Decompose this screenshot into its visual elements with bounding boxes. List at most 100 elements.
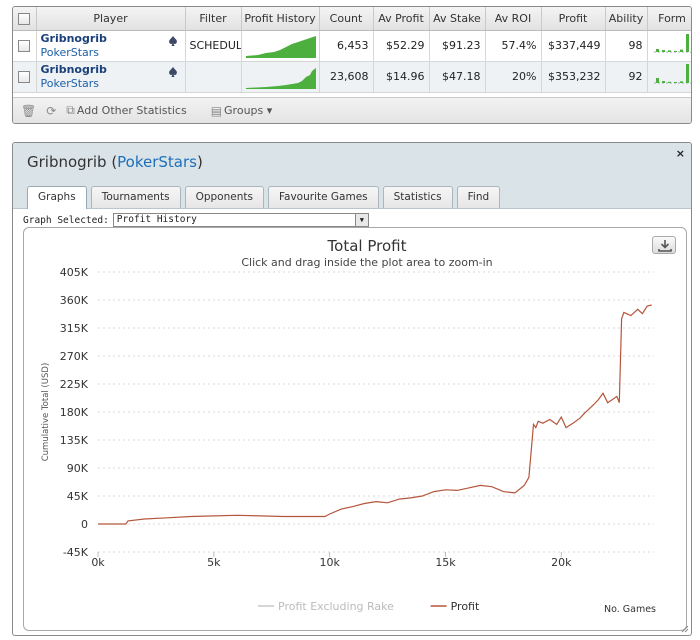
y-tick-label: 45K xyxy=(67,490,89,503)
select-all-header[interactable] xyxy=(13,7,37,31)
player-name-link[interactable]: Gribnogrib xyxy=(41,63,181,77)
y-tick-label: 180K xyxy=(60,406,89,419)
add-stats-icon[interactable]: ⧉ xyxy=(66,103,75,118)
tab-graphs[interactable]: Graphs xyxy=(27,186,87,209)
add-other-statistics-link[interactable]: Add Other Statistics xyxy=(77,104,187,117)
window-title: Gribnogrib (PokerStars) xyxy=(27,153,203,171)
x-axis-label: No. Games xyxy=(604,604,656,615)
form-bar xyxy=(679,81,683,83)
resize-grip-icon[interactable] xyxy=(679,623,689,633)
groups-icon: ▤ xyxy=(210,103,223,118)
player-site-link[interactable]: PokerStars xyxy=(41,46,181,60)
groups-dropdown[interactable]: Groups ▾ xyxy=(224,104,272,117)
series-line-profit xyxy=(98,304,652,525)
profit-cell: $353,232 xyxy=(541,61,606,93)
window-header: Gribnogrib (PokerStars) × Graphs Tournam… xyxy=(13,143,691,209)
select-all-checkbox[interactable] xyxy=(18,12,31,25)
row-checkbox[interactable] xyxy=(18,40,31,52)
form-bar xyxy=(661,50,665,52)
header-av-stake[interactable]: Av Stake xyxy=(429,7,486,31)
y-tick-label: 270K xyxy=(60,350,89,363)
av-roi-cell: 20% xyxy=(485,61,542,93)
form-bar xyxy=(685,34,689,52)
y-tick-label: 0 xyxy=(81,518,88,531)
window-site-link[interactable]: PokerStars xyxy=(117,153,197,171)
form-bar xyxy=(679,49,683,52)
row-checkbox[interactable] xyxy=(18,71,31,83)
form-bar xyxy=(667,50,671,52)
y-tick-label: 405K xyxy=(60,266,89,279)
header-count[interactable]: Count xyxy=(319,7,374,31)
form-bar xyxy=(685,64,689,83)
header-profit-history[interactable]: Profit History xyxy=(241,7,320,31)
profit-history-sparkline[interactable] xyxy=(245,65,316,89)
header-filter[interactable]: Filter xyxy=(185,7,242,31)
player-site-link[interactable]: PokerStars xyxy=(41,77,181,91)
stats-toolbar: 🗑 ⟳ ⧉ Add Other Statistics ▤ Groups ▾ xyxy=(13,97,691,123)
tab-statistics[interactable]: Statistics xyxy=(382,186,453,208)
count-cell: 6,453 xyxy=(319,30,374,62)
x-tick-label: 20k xyxy=(551,556,572,569)
pokerstars-spade-icon xyxy=(168,66,177,77)
player-detail-window: Gribnogrib (PokerStars) × Graphs Tournam… xyxy=(12,142,692,636)
form-bar xyxy=(655,78,659,83)
header-profit[interactable]: Profit xyxy=(541,7,606,31)
y-tick-label: 315K xyxy=(60,322,89,335)
av-profit-cell: $14.96 xyxy=(373,61,430,93)
header-av-roi[interactable]: Av ROI xyxy=(485,7,542,31)
delete-icon[interactable]: 🗑 xyxy=(21,104,36,118)
form-bar-chart xyxy=(653,64,691,84)
av-stake-cell: $47.18 xyxy=(429,61,486,93)
header-ability[interactable]: Ability xyxy=(605,7,648,31)
groups-label: Groups xyxy=(224,104,264,117)
x-tick-label: 10k xyxy=(319,556,340,569)
av-stake-cell: $91.23 xyxy=(429,30,486,62)
profit-history-sparkline[interactable] xyxy=(245,34,316,58)
tab-bar: Graphs Tournaments Opponents Favourite G… xyxy=(27,186,501,209)
form-bar xyxy=(673,51,677,52)
x-tick-label: 0k xyxy=(91,556,105,569)
player-cell: Gribnogrib PokerStars xyxy=(36,61,186,93)
header-player[interactable]: Player xyxy=(36,7,186,31)
legend-item[interactable]: Profit Excluding Rake xyxy=(278,600,394,613)
profit-chart-frame: Total Profit Click and drag inside the pl… xyxy=(23,227,687,631)
av-profit-cell: $52.29 xyxy=(373,30,430,62)
profit-history-cell[interactable] xyxy=(241,30,320,62)
dropdown-arrow-icon[interactable]: ▼ xyxy=(354,214,368,226)
table-row: Gribnogrib PokerStars SCHEDUL 6,453 $52.… xyxy=(13,30,691,62)
window-player-name: Gribnogrib xyxy=(27,153,107,171)
y-tick-label: 90K xyxy=(67,462,89,475)
filter-cell: SCHEDUL xyxy=(185,30,242,62)
tab-favourite-games[interactable]: Favourite Games xyxy=(267,186,379,208)
player-cell: Gribnogrib PokerStars xyxy=(36,30,186,62)
tab-tournaments[interactable]: Tournaments xyxy=(90,186,181,208)
legend-item[interactable]: Profit xyxy=(451,600,480,613)
count-cell: 23,608 xyxy=(319,61,374,93)
player-stats-table: Player Filter Profit History Count Av Pr… xyxy=(13,7,691,93)
graph-type-select[interactable]: Profit History ▼ xyxy=(112,213,369,227)
player-name-link[interactable]: Gribnogrib xyxy=(41,32,181,46)
chart-export-button[interactable] xyxy=(652,236,676,254)
form-cell xyxy=(647,30,691,62)
form-bar xyxy=(673,82,677,83)
refresh-icon[interactable]: ⟳ xyxy=(46,104,56,118)
chart-subtitle: Click and drag inside the plot area to z… xyxy=(241,256,492,269)
chart-title: Total Profit xyxy=(327,237,407,255)
tab-opponents[interactable]: Opponents xyxy=(184,186,264,208)
av-roi-cell: 57.4% xyxy=(485,30,542,62)
header-av-profit[interactable]: Av Profit xyxy=(373,7,430,31)
total-profit-chart[interactable]: Total ProfitClick and drag inside the pl… xyxy=(24,228,686,630)
close-window-button[interactable]: × xyxy=(676,147,685,160)
filter-cell xyxy=(185,61,242,93)
table-header-row: Player Filter Profit History Count Av Pr… xyxy=(13,7,691,31)
form-bar xyxy=(661,81,665,83)
ability-cell: 92 xyxy=(605,61,648,93)
profit-history-cell[interactable] xyxy=(241,61,320,93)
y-tick-label: 360K xyxy=(60,294,89,307)
y-tick-label: 225K xyxy=(60,378,89,391)
player-stats-panel: Player Filter Profit History Count Av Pr… xyxy=(12,6,692,124)
header-form[interactable]: Form xyxy=(647,7,691,31)
y-tick-label: 135K xyxy=(60,434,89,447)
tab-find[interactable]: Find xyxy=(456,186,501,208)
download-icon xyxy=(658,240,672,252)
